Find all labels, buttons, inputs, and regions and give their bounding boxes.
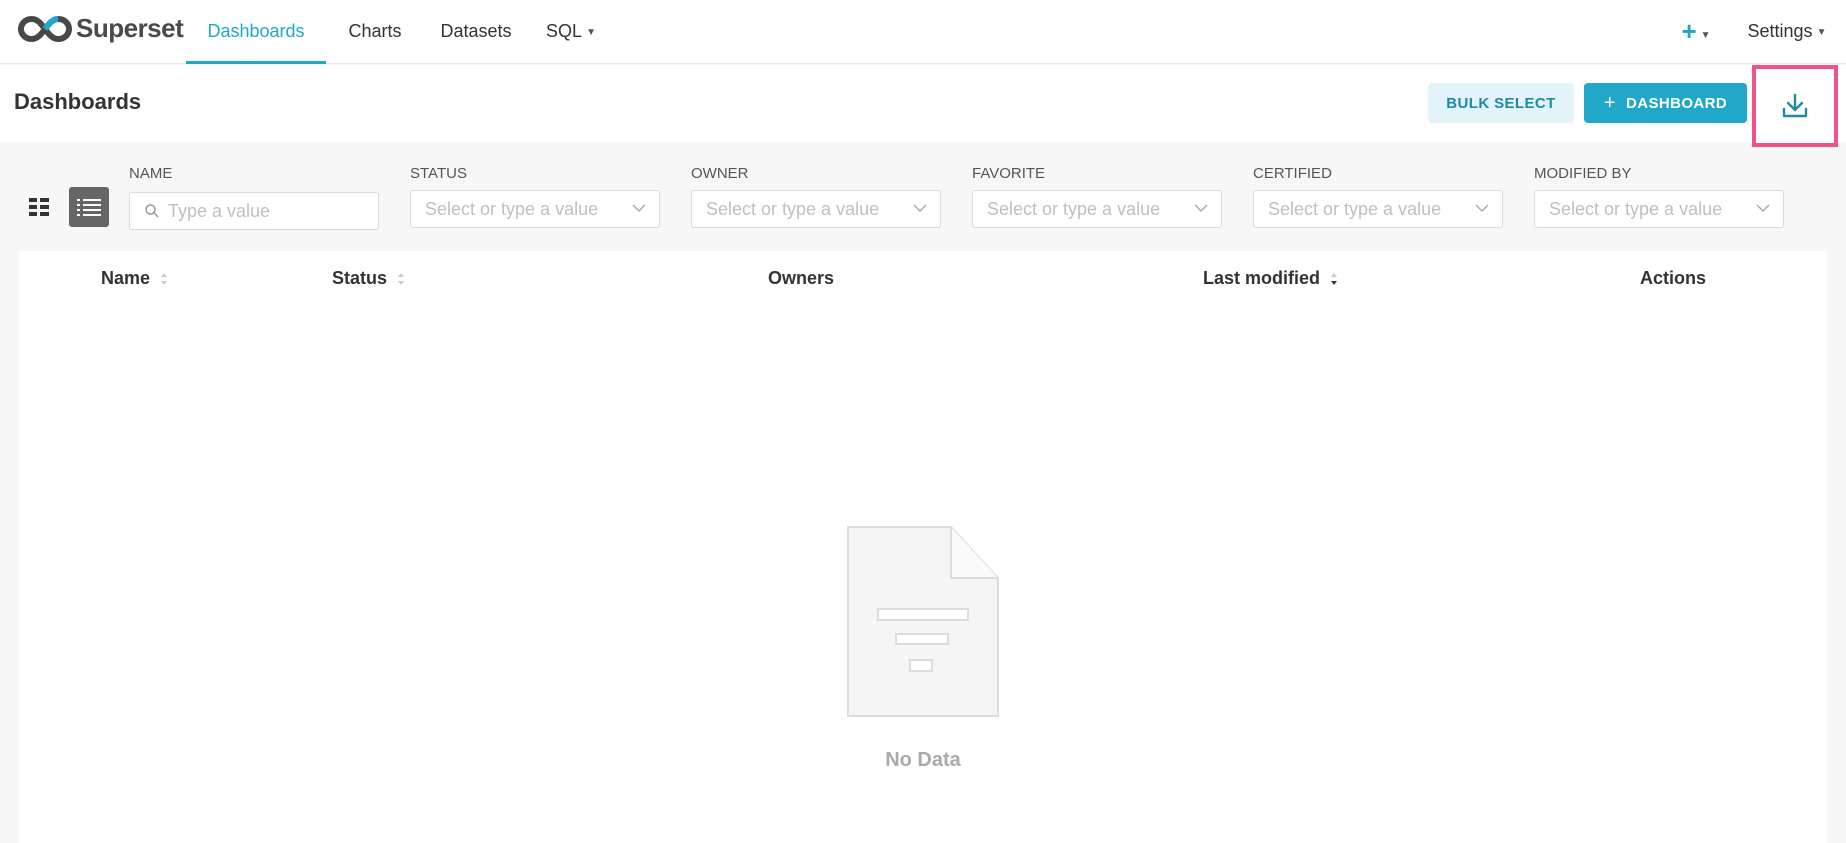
column-header-actions-label: Actions bbox=[1640, 268, 1707, 288]
certified-select-placeholder: Select or type a value bbox=[1268, 198, 1442, 219]
grid-icon bbox=[29, 198, 49, 216]
filter-label-name: NAME bbox=[129, 165, 173, 182]
top-navbar: Superset Dashboards Charts Datasets SQL ▼… bbox=[0, 0, 1846, 64]
nav-dashboards[interactable]: Dashboards bbox=[186, 0, 326, 64]
nav-sql[interactable]: SQL ▼ bbox=[540, 0, 602, 64]
chevron-down-icon bbox=[1475, 204, 1489, 213]
add-dashboard-label: DASHBOARD bbox=[1625, 94, 1728, 112]
owner-select-placeholder: Select or type a value bbox=[706, 198, 880, 219]
sort-icon bbox=[161, 272, 168, 285]
caret-down-icon: ▼ bbox=[586, 27, 596, 38]
chevron-down-icon bbox=[1194, 204, 1208, 213]
favorite-select[interactable]: Select or type a value bbox=[972, 190, 1222, 228]
list-view-toggle[interactable] bbox=[69, 187, 109, 227]
nav-datasets[interactable]: Datasets bbox=[432, 0, 520, 64]
modified-by-select-placeholder: Select or type a value bbox=[1549, 198, 1723, 219]
column-header-actions: Actions bbox=[1640, 268, 1706, 289]
import-dashboard-button[interactable] bbox=[1752, 65, 1838, 147]
filter-label-owner: OWNER bbox=[691, 165, 749, 182]
page-title: Dashboards bbox=[14, 89, 142, 114]
nav-sql-label: SQL bbox=[546, 21, 583, 41]
empty-document-icon bbox=[847, 526, 999, 717]
column-header-name[interactable]: Name bbox=[101, 268, 168, 289]
filter-label-favorite: FAVORITE bbox=[972, 165, 1046, 182]
status-select-placeholder: Select or type a value bbox=[425, 198, 599, 219]
page-header: Dashboards BULK SELECT + DASHBOARD bbox=[0, 65, 1846, 147]
column-header-owners-label: Owners bbox=[768, 268, 835, 288]
column-header-name-label: Name bbox=[101, 268, 151, 288]
sort-icon bbox=[398, 272, 405, 285]
favorite-select-placeholder: Select or type a value bbox=[987, 198, 1161, 219]
card-view-toggle[interactable] bbox=[19, 187, 59, 227]
chevron-down-icon bbox=[913, 204, 927, 213]
column-header-owners: Owners bbox=[768, 268, 834, 289]
settings-label: Settings bbox=[1747, 21, 1813, 41]
status-select[interactable]: Select or type a value bbox=[410, 190, 660, 228]
column-header-last-modified-label: Last modified bbox=[1203, 268, 1321, 288]
nav-new-menu[interactable]: + ▼ bbox=[1676, 0, 1716, 64]
chevron-down-icon bbox=[1756, 204, 1770, 213]
column-header-last-modified[interactable]: Last modified bbox=[1203, 268, 1338, 289]
filter-label-status: STATUS bbox=[410, 165, 467, 182]
list-icon bbox=[77, 199, 101, 216]
column-header-status-label: Status bbox=[332, 268, 388, 288]
bulk-select-button[interactable]: BULK SELECT bbox=[1428, 83, 1574, 123]
nav-charts[interactable]: Charts bbox=[340, 0, 410, 64]
search-icon bbox=[145, 204, 159, 218]
caret-down-icon: ▼ bbox=[1700, 30, 1711, 41]
sort-desc-icon bbox=[1331, 272, 1338, 285]
download-icon bbox=[1782, 93, 1808, 118]
filter-label-certified: CERTIFIED bbox=[1253, 165, 1332, 182]
plus-icon: + bbox=[1603, 91, 1616, 114]
superset-logo[interactable]: Superset bbox=[18, 13, 184, 44]
nav-settings[interactable]: Settings ▼ bbox=[1740, 0, 1834, 64]
modified-by-select[interactable]: Select or type a value bbox=[1534, 190, 1784, 228]
dashboards-table: Name Status Owners Last modified Actions… bbox=[19, 251, 1827, 843]
name-search-input[interactable]: Type a value bbox=[129, 192, 379, 230]
filter-label-modified-by: MODIFIED BY bbox=[1534, 165, 1632, 182]
caret-down-icon: ▼ bbox=[1816, 27, 1827, 38]
certified-select[interactable]: Select or type a value bbox=[1253, 190, 1503, 228]
plus-icon: + bbox=[1681, 16, 1697, 46]
name-search-placeholder: Type a value bbox=[168, 200, 271, 221]
chevron-down-icon bbox=[632, 204, 646, 213]
logo-icon bbox=[18, 15, 72, 42]
add-dashboard-button[interactable]: + DASHBOARD bbox=[1584, 83, 1747, 123]
owner-select[interactable]: Select or type a value bbox=[691, 190, 941, 228]
brand-name: Superset bbox=[76, 13, 184, 43]
empty-state-text: No Data bbox=[885, 749, 961, 771]
column-header-status[interactable]: Status bbox=[332, 268, 405, 289]
